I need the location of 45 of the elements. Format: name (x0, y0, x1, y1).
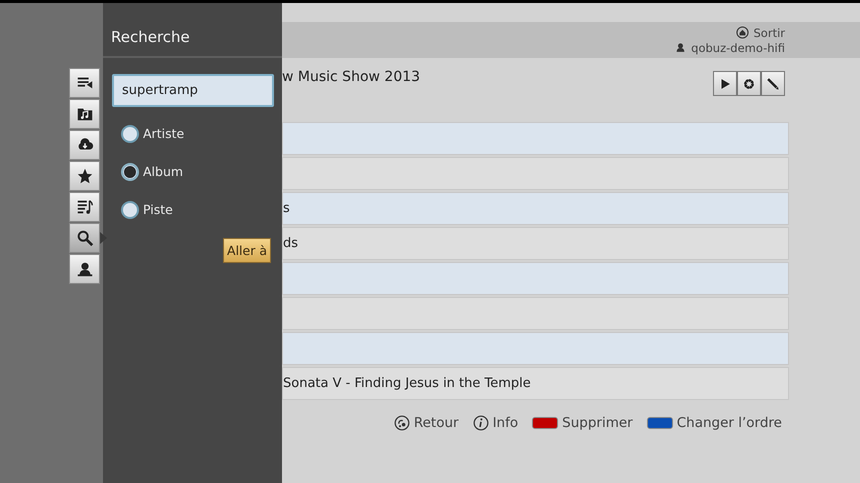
nav-button[interactable] (69, 254, 100, 284)
radio-button[interactable] (121, 162, 139, 180)
back-icon (394, 415, 410, 431)
track-row[interactable]: Sonata V - Finding Jesus in the Temple (282, 367, 789, 400)
settings-button[interactable] (737, 71, 761, 96)
remote-key-icon (532, 417, 558, 429)
track-row[interactable] (282, 297, 789, 330)
exit-link[interactable]: Sortir (754, 26, 785, 40)
track-row[interactable] (282, 122, 789, 155)
track-row[interactable] (282, 332, 789, 365)
track-row[interactable] (282, 157, 789, 190)
nav-button[interactable] (69, 130, 100, 160)
hint-label: Retour (414, 415, 459, 431)
go-button[interactable]: Aller à (223, 238, 271, 263)
radio-label: Piste (143, 202, 173, 217)
track-row[interactable]: s (282, 192, 789, 225)
username-label: qobuz-demo-hifi (691, 40, 785, 54)
pencil-icon (766, 76, 780, 90)
info-icon (472, 415, 489, 431)
nav-button[interactable] (69, 192, 100, 222)
remote-key-icon (646, 417, 673, 429)
settings-icon (742, 76, 756, 90)
user-icon (76, 260, 94, 278)
nav-button[interactable] (69, 68, 100, 98)
playlist-title: w Music Show 2013 (282, 69, 420, 87)
hint-label: Changer l’ordre (676, 415, 782, 431)
user-icon (675, 42, 686, 53)
edit-button[interactable] (761, 71, 785, 96)
radio-button[interactable] (121, 200, 139, 218)
radio-label: Artiste (143, 126, 184, 141)
nav-button[interactable] (69, 161, 100, 191)
hint-label: Supprimer (562, 415, 633, 431)
radio-label: Album (143, 164, 184, 179)
star-icon (76, 167, 94, 185)
playlist-icon (76, 198, 94, 216)
search-icon (76, 229, 94, 247)
hint-label: Info (492, 415, 518, 431)
radio-button[interactable] (121, 124, 139, 142)
track-row[interactable]: ds (282, 227, 789, 260)
home-icon (736, 26, 748, 39)
search-field[interactable]: supertramp (112, 74, 274, 107)
track-row[interactable] (282, 262, 789, 295)
nav-button[interactable] (69, 99, 100, 129)
play-button[interactable] (713, 71, 737, 96)
nav-button[interactable] (69, 223, 100, 253)
